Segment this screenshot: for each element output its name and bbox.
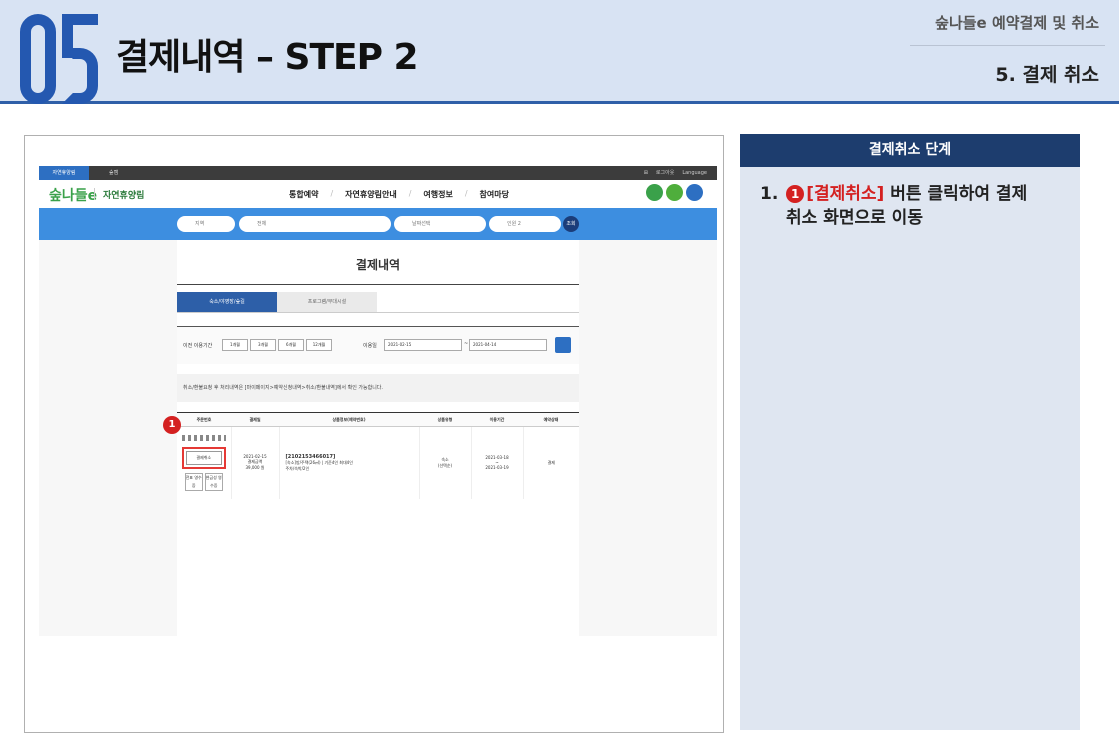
header-divider (910, 45, 1105, 46)
facility-select[interactable]: 전체 (239, 216, 391, 232)
period-filter: 이전 이용기간 1개월 3개월 6개월 12개월 이용일 2021-02-15 … (177, 326, 579, 364)
step-highlight: [결제취소] (806, 184, 885, 204)
section-number (20, 6, 102, 104)
tab-lodging[interactable]: 숙소/야영장/숲길 (177, 292, 277, 312)
instruction-panel: 결제취소 단계 1. 1 [결제취소] 버튼 클릭하여 결제 취소 화면으로 이동 (740, 134, 1080, 730)
col-period: 이용기간 (471, 412, 523, 427)
site-name[interactable]: 자연휴양림 (103, 188, 144, 201)
period-3-month-button[interactable]: 3개월 (250, 339, 276, 351)
tab-divider (177, 312, 579, 313)
search-submit-button[interactable]: 조회 (563, 216, 579, 232)
step-circle-marker: 1 (786, 185, 805, 203)
date-to-field[interactable]: 2021-04-14 (469, 339, 547, 351)
step-text-line-1: 버튼 클릭하여 결제 (884, 184, 1028, 204)
usage-date-label: 이용일 (363, 343, 377, 349)
payment-cancel-button[interactable]: 결제취소 (181, 446, 226, 469)
region-select[interactable]: 지역 (177, 216, 235, 232)
product-id[interactable]: [2102153466017] (286, 454, 336, 460)
date-select[interactable]: 날짜선택 (394, 216, 486, 232)
logout-link[interactable]: 로그아웃 (656, 166, 674, 180)
panel-title: 결제취소 단계 (740, 134, 1080, 167)
period-filter-label: 이전 이용기간 (183, 343, 213, 349)
period-to: 2021-03-19 (485, 465, 509, 471)
product-extra: 주차/숙박/2인 (285, 465, 310, 471)
filter-search-button[interactable] (555, 337, 571, 353)
step-text-line-2: 취소 화면으로 이동 (786, 208, 923, 228)
step-number: 1. (760, 184, 779, 204)
col-status: 예약상태 (523, 412, 579, 427)
search-icon[interactable] (646, 184, 663, 201)
screenshot-frame: 자연휴양림 숲캠 ⊞ 로그아웃 Language 숲나들e 자연휴양림 통합예약… (24, 135, 724, 733)
col-product-type: 상품유형 (419, 412, 471, 427)
order-number-masked (181, 434, 226, 441)
menu-item-reservation[interactable]: 통합예약 (289, 189, 318, 200)
nav-icon-group (646, 184, 703, 201)
people-count: 2 (517, 221, 521, 227)
main-menu: 통합예약 / 자연휴양림안내 / 여행정보 / 참여마당 (289, 189, 509, 200)
col-order-no: 주문번호 (177, 412, 231, 427)
slide-title: 결제내역 – STEP 2 (116, 37, 419, 78)
sitemap-icon[interactable] (686, 184, 703, 201)
table-row: 결제취소 전표 영수증 현금성 영수증 2021-02-15 결제금액 39,0… (177, 426, 579, 499)
col-pay-date: 결제일 (231, 412, 279, 427)
date-from-field[interactable]: 2021-02-15 (384, 339, 462, 351)
logo-divider (94, 188, 95, 200)
menu-item-community[interactable]: 참여마당 (480, 189, 509, 200)
payment-table: 주문번호 결제일 상품정보(예약번호) 상품유형 이용기간 예약상태 결제취소 (177, 412, 579, 499)
language-selector[interactable]: Language (682, 166, 707, 180)
site-nav: 숲나들e 자연휴양림 통합예약 / 자연휴양림안내 / 여행정보 / 참여마당 (39, 180, 717, 208)
topbar-tab-active[interactable]: 자연휴양림 (39, 166, 89, 180)
mypage-icon[interactable] (666, 184, 683, 201)
grid-icon[interactable]: ⊞ (644, 166, 648, 180)
period-1-month-button[interactable]: 1개월 (222, 339, 248, 351)
period-12-month-button[interactable]: 12개월 (306, 339, 332, 351)
site-logo[interactable]: 숲나들e (49, 185, 97, 205)
page-title: 결제내역 (355, 258, 401, 272)
reservation-status: 결제 (547, 459, 555, 465)
topbar-right-links: ⊞ 로그아웃 Language (644, 166, 707, 180)
slide-header: 결제내역 – STEP 2 숲나들e 예약결제 및 취소 5. 결제 취소 (0, 0, 1119, 104)
section-digit-zero (20, 14, 56, 104)
topbar-tab-other[interactable]: 숲캠 (109, 166, 139, 180)
reservation-search-bar: 지역 전체 날짜선택 인원 2 조회 (39, 208, 717, 240)
title-rule (177, 284, 579, 285)
step-marker-1: 1 (163, 416, 181, 434)
slide-subsection: 5. 결제 취소 (995, 64, 1099, 86)
product-type-sub: (선택순) (437, 462, 453, 468)
section-digit-five (62, 14, 98, 104)
menu-item-travel[interactable]: 여행정보 (423, 189, 452, 200)
payment-history-content: 결제내역 숙소/야영장/숲길 프로그램/부대시설 이전 이용기간 1개월 3개월… (177, 240, 579, 636)
cash-receipt-button[interactable]: 현금성 영수증 (204, 472, 223, 491)
people-stepper[interactable]: 인원 2 (489, 216, 561, 232)
instruction-step-1: 1. 1 [결제취소] 버튼 클릭하여 결제 취소 화면으로 이동 (760, 182, 1065, 230)
website-screenshot: 자연휴양림 숲캠 ⊞ 로그아웃 Language 숲나들e 자연휴양림 통합예약… (39, 166, 717, 636)
site-topbar: 자연휴양림 숲캠 ⊞ 로그아웃 Language (39, 166, 717, 180)
cancel-notice: 취소/환불요청 후 처리내역은 [마이페이지>예약신청내역>취소/환불내역]에서… (177, 374, 579, 402)
tab-program[interactable]: 프로그램/부대시설 (277, 292, 377, 312)
slip-receipt-button[interactable]: 전표 영수증 (184, 472, 203, 491)
col-product: 상품정보(예약번호) (279, 412, 419, 427)
people-label: 인원 (507, 221, 517, 227)
menu-item-forest-info[interactable]: 자연휴양림안내 (345, 189, 397, 200)
period-6-month-button[interactable]: 6개월 (278, 339, 304, 351)
pay-amount: 39,000 원 (245, 465, 265, 471)
slide-category: 숲나들e 예약결제 및 취소 (935, 14, 1099, 32)
